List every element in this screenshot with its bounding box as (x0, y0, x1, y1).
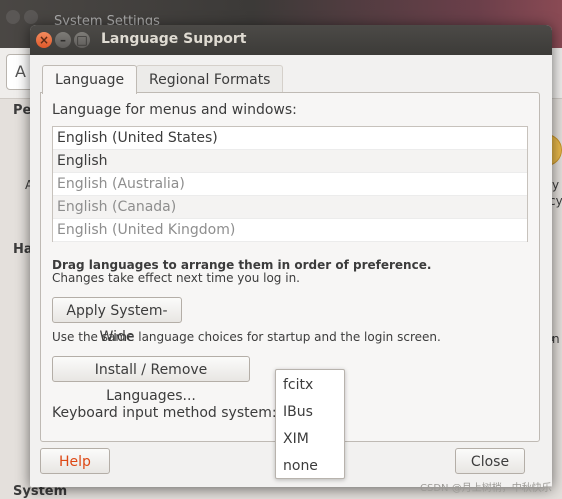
maximize-window-icon[interactable]: □ (74, 32, 90, 48)
language-list-item[interactable]: English (53, 150, 527, 173)
input-method-dropdown-menu: fcitx IBus XIM none (275, 369, 345, 479)
input-method-label: Keyboard input method system: (52, 405, 277, 421)
effect-hint: Changes take effect next time you log in… (52, 271, 300, 285)
bg-min-dot (24, 10, 38, 24)
language-list[interactable]: English (United States) English English … (52, 126, 528, 242)
dialog-titlebar[interactable]: × – □ Language Support (30, 25, 552, 55)
language-list-item[interactable]: English (Australia) (53, 173, 527, 196)
install-remove-languages-button[interactable]: Install / Remove Languages... (52, 356, 250, 404)
drag-hint: Drag languages to arrange them in order … (52, 258, 432, 272)
input-method-option-none[interactable]: none (283, 458, 318, 474)
apply-hint: Use the same language choices for startu… (52, 330, 441, 344)
apply-system-wide-button[interactable]: Apply System-Wide (52, 297, 182, 345)
close-button[interactable]: Close (455, 448, 525, 474)
background-edge-text: y (552, 178, 560, 192)
dialog-title: Language Support (101, 31, 247, 47)
language-list-item[interactable]: English (United States) (53, 127, 527, 150)
tab-regional-formats[interactable]: Regional Formats (136, 65, 284, 95)
background-edge-text: n (552, 332, 560, 346)
help-button[interactable]: Help (40, 448, 110, 474)
input-method-option-xim[interactable]: XIM (283, 431, 309, 447)
input-method-option-ibus[interactable]: IBus (283, 404, 313, 420)
input-method-option-fcitx[interactable]: fcitx (283, 377, 313, 393)
language-list-item[interactable]: English (Canada) (53, 196, 527, 219)
close-window-icon[interactable]: × (36, 32, 52, 48)
tab-language[interactable]: Language (42, 65, 138, 94)
background-section-personal: Pe (13, 103, 32, 118)
minimize-window-icon[interactable]: – (55, 32, 71, 48)
bg-close-dot (6, 10, 20, 24)
language-list-item[interactable]: English (United Kingdom) (53, 219, 527, 242)
language-list-heading: Language for menus and windows: (52, 102, 297, 118)
watermark: CSDN @月上树梢，中秋快乐 (420, 483, 552, 494)
